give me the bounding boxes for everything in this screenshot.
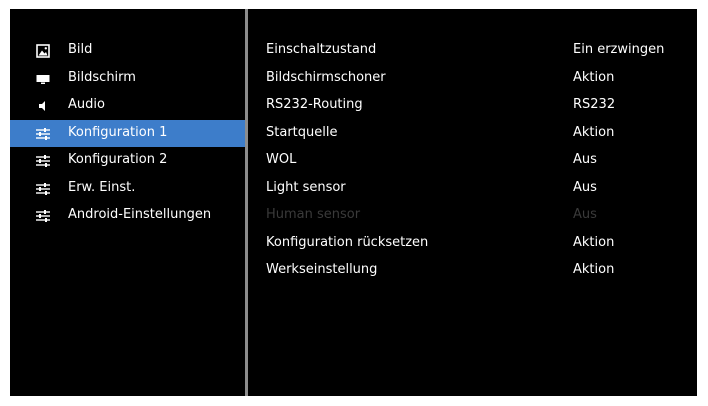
setting-row-human-sensor: Human sensor Aus (248, 202, 697, 230)
menu-item-label: Bildschirm (68, 69, 136, 85)
setting-label: Human sensor (266, 207, 361, 222)
setting-row-rs232-routing[interactable]: RS232-Routing RS232 (248, 92, 697, 120)
menu-item-erw-einst[interactable]: Erw. Einst. (10, 175, 245, 203)
setting-row-einschaltzustand[interactable]: Einschaltzustand Ein erzwingen (248, 37, 697, 65)
menu-item-label: Audio (68, 97, 105, 112)
setting-value: Aktion (573, 124, 615, 140)
category-menu: Bild Bildschirm Audio Konfiguration 1 Ko… (10, 37, 245, 230)
sliders-icon (36, 155, 50, 167)
setting-label: RS232-Routing (266, 97, 363, 112)
setting-label: Bildschirmschoner (266, 69, 386, 85)
setting-row-startquelle[interactable]: Startquelle Aktion (248, 120, 697, 148)
setting-value: RS232 (573, 97, 616, 112)
setting-value: Aktion (573, 262, 615, 277)
menu-item-konfiguration-1[interactable]: Konfiguration 1 (10, 119, 245, 147)
monitor-icon (36, 74, 50, 84)
setting-label: WOL (266, 152, 297, 167)
setting-value: Aktion (573, 234, 615, 250)
menu-item-konfiguration-2[interactable]: Konfiguration 2 (10, 147, 245, 175)
setting-value: Aktion (573, 69, 615, 85)
setting-value: Aus (573, 152, 597, 167)
menu-item-bild[interactable]: Bild (10, 37, 245, 65)
menu-item-label: Erw. Einst. (68, 179, 136, 195)
menu-item-audio[interactable]: Audio (10, 92, 245, 120)
sliders-icon (36, 182, 50, 195)
speaker-icon (39, 101, 45, 111)
menu-item-android-einstellungen[interactable]: Android-Einstellungen (10, 202, 245, 230)
picture-icon (36, 44, 50, 58)
setting-row-werkseinstellung[interactable]: Werkseinstellung Aktion (248, 257, 697, 285)
setting-label: Konfiguration rücksetzen (266, 234, 429, 250)
setting-value: Ein erzwingen (573, 42, 665, 57)
settings-list: Einschaltzustand Ein erzwingen Bildschir… (248, 37, 697, 285)
menu-item-label: Android-Einstellungen (68, 207, 212, 222)
setting-value: Aus (573, 207, 597, 222)
menu-item-label: Bild (68, 42, 93, 57)
setting-label: Werkseinstellung (266, 262, 378, 277)
menu-item-label: Konfiguration 1 (68, 124, 168, 140)
setting-row-light-sensor[interactable]: Light sensor Aus (248, 175, 697, 203)
setting-value: Aus (573, 179, 597, 195)
sliders-icon (36, 127, 50, 140)
setting-row-bildschirmschoner[interactable]: Bildschirmschoner Aktion (248, 65, 697, 93)
setting-row-wol[interactable]: WOL Aus (248, 147, 697, 175)
osd-menu: Bild Bildschirm Audio Konfiguration 1 Ko… (10, 9, 697, 396)
menu-item-label: Konfiguration 2 (68, 152, 168, 167)
setting-label: Startquelle (266, 124, 338, 140)
setting-row-konfiguration-ruecksetzen[interactable]: Konfiguration rücksetzen Aktion (248, 230, 697, 258)
menu-item-bildschirm[interactable]: Bildschirm (10, 65, 245, 93)
sliders-icon (36, 210, 50, 222)
setting-label: Einschaltzustand (266, 42, 377, 57)
setting-label: Light sensor (266, 179, 346, 195)
